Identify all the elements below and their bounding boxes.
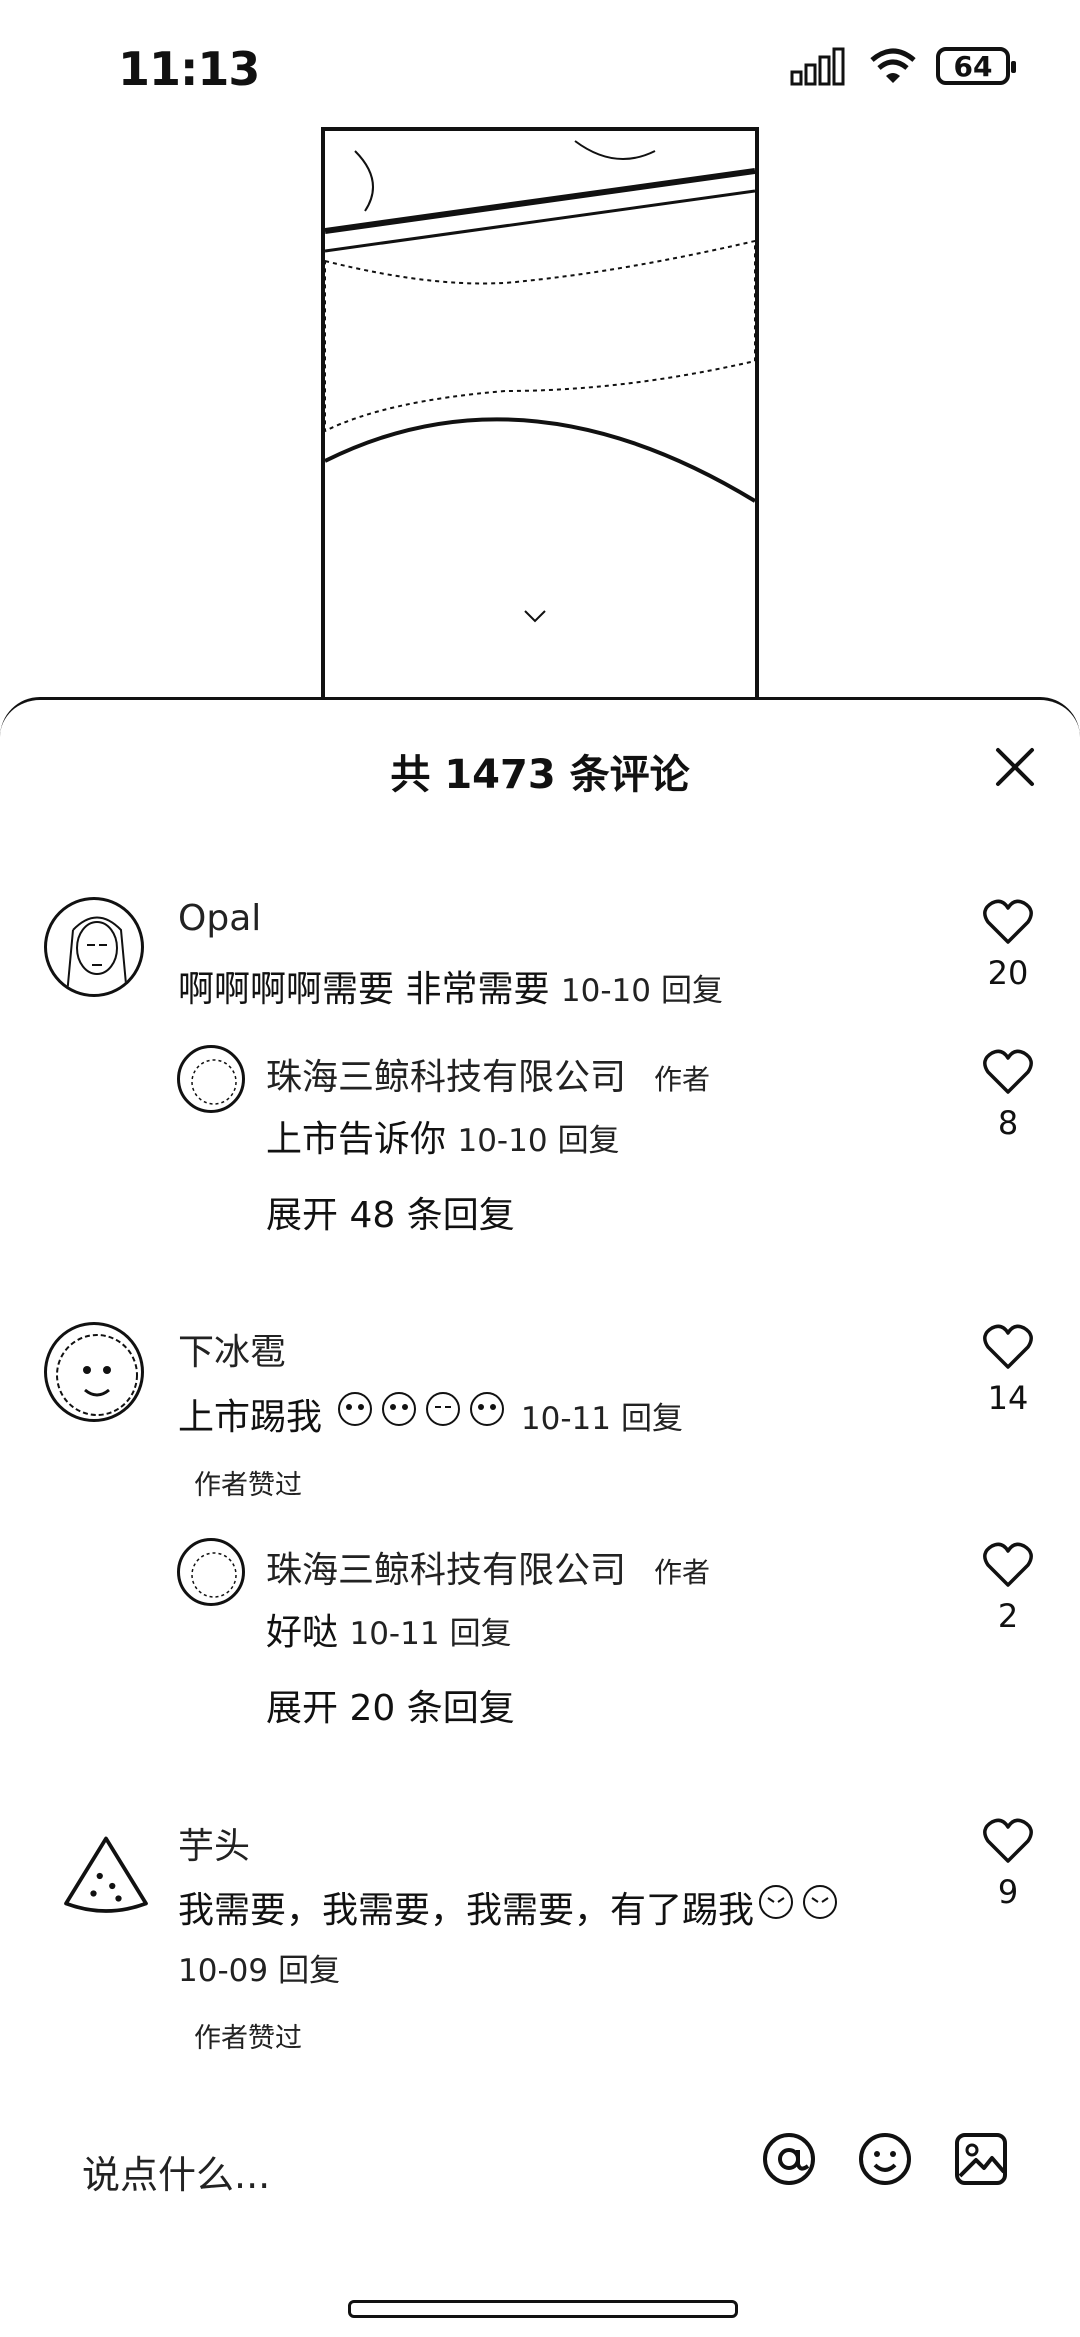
status-icons: 64 xyxy=(790,46,1016,86)
reply-text: 上市告诉你 10-10 回复 xyxy=(266,1110,620,1162)
like-count: 9 xyxy=(997,1873,1019,1911)
like-button[interactable]: 20 xyxy=(978,898,1038,992)
heart-icon xyxy=(983,1324,1033,1369)
comment-body: 上市踢我 xyxy=(178,1397,323,1438)
comment-date: 10-10 xyxy=(560,973,651,1009)
battery-indicator: 64 xyxy=(936,47,1016,85)
author-tag: 作者 xyxy=(654,1556,711,1589)
reply-username-row: 珠海三鲸科技有限公司 作者 xyxy=(266,1048,710,1100)
comment-text: 啊啊啊啊需要 非常需要 10-10 回复 xyxy=(178,960,723,1012)
reply-date: 10-10 xyxy=(457,1123,548,1159)
emoji-stickers xyxy=(754,1885,842,1931)
reply-button[interactable]: 回复 xyxy=(278,1953,340,1989)
input-actions xyxy=(760,2130,1010,2188)
liked-by-author-badge: 作者赞过 xyxy=(194,2023,302,2054)
panda-emoji-icon xyxy=(382,1392,417,1426)
reply-username-row: 珠海三鲸科技有限公司 作者 xyxy=(266,1541,710,1593)
reply-button[interactable]: 回复 xyxy=(621,1401,683,1437)
reply-button[interactable]: 回复 xyxy=(558,1123,620,1159)
comment-body: 啊啊啊啊需要 非常需要 xyxy=(178,969,550,1010)
avatar[interactable] xyxy=(177,1538,245,1606)
status-time: 11:13 xyxy=(118,42,260,96)
comment-date: 10-11 xyxy=(520,1401,612,1437)
heart-icon xyxy=(983,1542,1033,1587)
comment-input[interactable]: 说点什么... xyxy=(82,2144,270,2199)
panda-emoji-icon xyxy=(470,1392,505,1426)
comment-count-title: 共 1473 条评论 xyxy=(390,752,690,798)
panda-emoji-icon xyxy=(803,1885,838,1919)
panda-emoji-icon xyxy=(759,1885,794,1919)
heart-icon xyxy=(983,899,1033,944)
heart-icon xyxy=(983,1049,1033,1094)
avatar[interactable] xyxy=(56,1826,156,1926)
comment-username[interactable]: Opal xyxy=(178,898,261,939)
avatar[interactable] xyxy=(44,897,144,997)
emoji-icon[interactable] xyxy=(856,2130,914,2188)
close-icon[interactable] xyxy=(990,742,1040,792)
comment-sheet xyxy=(0,697,1080,2337)
comment-input-bar: 说点什么... xyxy=(0,2120,1080,2210)
expand-replies-button[interactable]: 展开 48 条回复 xyxy=(266,1186,515,1238)
panda-emoji-icon xyxy=(426,1392,461,1426)
comment-username[interactable]: 下冰雹 xyxy=(178,1323,286,1375)
reply-button[interactable]: 回复 xyxy=(661,973,723,1009)
comment-body: 我需要，我需要，我需要，有了踢我 xyxy=(178,1890,755,1931)
like-count: 14 xyxy=(987,1379,1029,1417)
image-icon[interactable] xyxy=(952,2130,1010,2188)
reply-date: 10-11 xyxy=(349,1616,440,1652)
reply-body: 好哒 xyxy=(266,1612,339,1653)
wifi-icon xyxy=(870,48,916,83)
emoji-stickers xyxy=(333,1392,520,1438)
video-thumbnail xyxy=(321,127,759,727)
comment-username[interactable]: 芋头 xyxy=(178,1817,250,1869)
avatar[interactable] xyxy=(177,1045,245,1113)
expand-replies-button[interactable]: 展开 20 条回复 xyxy=(266,1679,515,1731)
at-icon[interactable] xyxy=(760,2130,818,2188)
reply-username[interactable]: 珠海三鲸科技有限公司 xyxy=(266,1057,626,1098)
comment-text: 上市踢我 10-11 回复 xyxy=(178,1385,683,1440)
signal-icon xyxy=(790,47,845,86)
reply-button[interactable]: 回复 xyxy=(450,1616,512,1652)
like-button[interactable]: 9 xyxy=(978,1817,1038,1911)
panda-emoji-icon xyxy=(338,1392,373,1426)
comment-meta: 10-09 回复 xyxy=(178,1945,340,1990)
reply-username[interactable]: 珠海三鲸科技有限公司 xyxy=(266,1550,626,1591)
like-button[interactable]: 14 xyxy=(978,1323,1038,1417)
comment-text: 我需要，我需要，我需要，有了踢我 xyxy=(178,1878,842,1933)
like-count: 20 xyxy=(987,954,1029,992)
avatar[interactable] xyxy=(44,1322,144,1422)
like-button[interactable]: 2 xyxy=(978,1541,1038,1635)
like-count: 8 xyxy=(997,1104,1019,1142)
like-button[interactable]: 8 xyxy=(978,1048,1038,1142)
battery-level: 64 xyxy=(953,49,993,83)
home-indicator[interactable] xyxy=(348,2300,738,2318)
reply-text: 好哒 10-11 回复 xyxy=(266,1603,512,1655)
reply-body: 上市告诉你 xyxy=(266,1119,447,1160)
like-count: 2 xyxy=(997,1597,1019,1635)
heart-icon xyxy=(983,1818,1033,1863)
comment-date: 10-09 xyxy=(178,1953,269,1989)
author-tag: 作者 xyxy=(654,1063,711,1096)
liked-by-author-badge: 作者赞过 xyxy=(194,1470,302,1501)
